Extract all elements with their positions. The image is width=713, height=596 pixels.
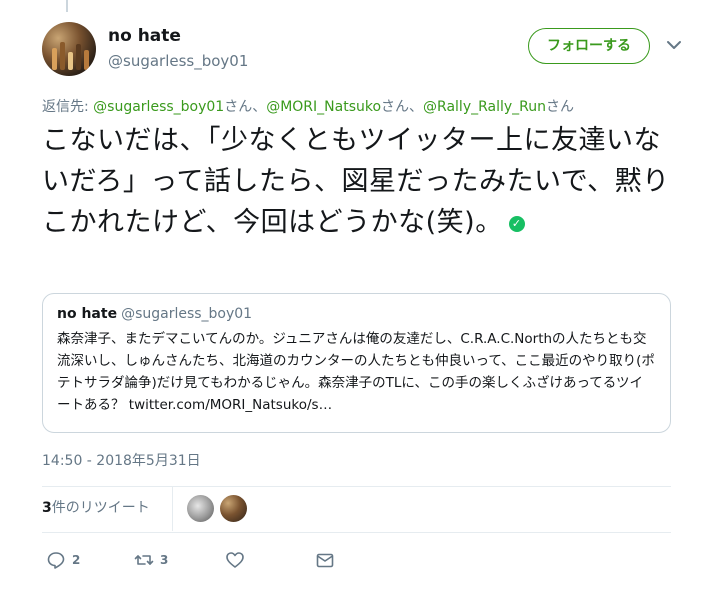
tweet-header: no hate @sugarless_boy01 フォローする — [42, 22, 683, 78]
bottle-shape — [52, 48, 57, 70]
retweet-button[interactable]: 3 — [134, 547, 168, 573]
thread-line — [66, 0, 68, 12]
reply-icon — [47, 552, 65, 569]
mention-suffix: さん、 — [224, 99, 267, 115]
chevron-down-icon[interactable] — [665, 38, 683, 52]
mention-link[interactable]: @MORI_Natsuko — [266, 99, 381, 115]
quoted-tweet[interactable]: no hate @sugarless_boy01 森奈津子、またデマこいてんのか。… — [42, 293, 671, 433]
mention-suffix: さん — [546, 99, 575, 115]
quote-author-name: no hate — [57, 306, 118, 322]
author-avatar[interactable] — [42, 22, 96, 76]
check-mark-icon: ✓ — [508, 215, 525, 232]
retweet-icon — [134, 555, 154, 565]
bottle-shape — [76, 44, 81, 70]
like-button[interactable] — [225, 547, 245, 573]
tweet-actions: 2 3 — [42, 547, 671, 573]
tweet-timestamp[interactable]: 14:50 - 2018年5月31日 — [42, 450, 201, 470]
follow-button[interactable]: フォローする — [528, 28, 650, 64]
divider — [172, 487, 173, 531]
mention-link[interactable]: @Rally_Rally_Run — [423, 99, 546, 115]
author-handle[interactable]: @sugarless_boy01 — [108, 52, 248, 70]
quote-text: 森奈津子、またデマこいてんのか。ジュニアさんは俺の友達だし、C.R.A.C.No… — [57, 331, 655, 413]
reply-count: 2 — [72, 553, 81, 567]
retweet-count-value: 3 — [42, 500, 52, 516]
divider — [42, 532, 671, 533]
tweet-body: こないだは、「少なくともツイッター上に友達いないだろ」って話したら、図星だったみ… — [42, 125, 670, 238]
reply-to-prefix: 返信先: — [42, 99, 94, 115]
envelope-icon — [316, 553, 334, 568]
bottle-shape — [60, 42, 65, 70]
retweet-count-label: 件のリツイート — [51, 500, 150, 516]
retweet-count-link[interactable]: 3件のリツイート — [42, 497, 150, 517]
mention-suffix: さん、 — [381, 99, 424, 115]
retweeter-avatar[interactable] — [187, 495, 214, 522]
direct-message-button[interactable] — [315, 547, 335, 573]
quote-header: no hate @sugarless_boy01 — [57, 306, 656, 322]
mention-link[interactable]: @sugarless_boy01 — [93, 99, 224, 115]
retweet-stats: 3件のリツイート — [42, 487, 671, 531]
heart-icon — [226, 552, 244, 568]
bottle-shape — [84, 50, 89, 70]
reply-button[interactable]: 2 — [46, 547, 80, 573]
reply-to-line: 返信先: @sugarless_boy01さん、@MORI_Natsukoさん、… — [42, 96, 574, 116]
bottle-shape — [68, 52, 73, 70]
retweet-count: 3 — [160, 553, 169, 567]
quote-author-handle: @sugarless_boy01 — [121, 306, 253, 322]
tweet-text: こないだは、「少なくともツイッター上に友達いないだろ」って話したら、図星だったみ… — [42, 120, 682, 243]
retweeter-avatar[interactable] — [220, 495, 247, 522]
author-name[interactable]: no hate — [108, 26, 181, 46]
